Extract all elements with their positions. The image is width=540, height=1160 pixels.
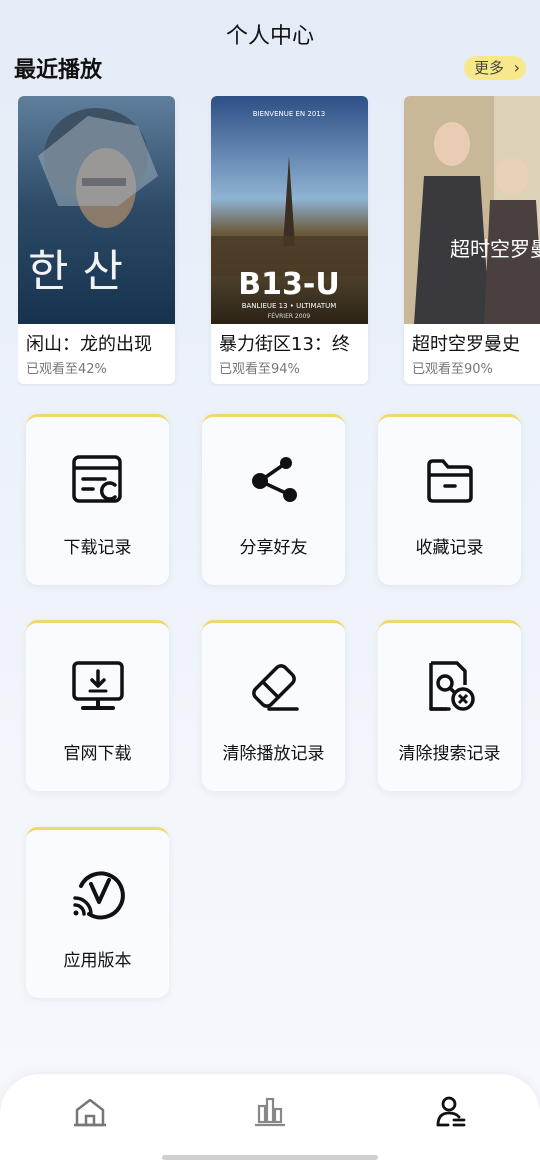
download-record-button[interactable]: 下载记录 xyxy=(26,414,169,585)
favorites-button[interactable]: 收藏记录 xyxy=(378,414,521,585)
folder-icon xyxy=(426,459,473,503)
poster-image: 超时空罗曼史 xyxy=(404,96,540,324)
recent-item[interactable]: 超时空罗曼史 超时空罗曼史 已观看至90% xyxy=(404,96,540,384)
movie-title: 暴力街区13：终 xyxy=(219,334,350,355)
page-title: 个人中心 xyxy=(225,24,314,49)
home-indicator xyxy=(162,1155,378,1160)
poster-top-text: BIENVENUE EN 2013 xyxy=(253,110,325,118)
poster-date-text: FÉVRIER 2009 xyxy=(268,312,311,320)
home-icon xyxy=(74,1098,106,1127)
recent-section-title: 最近播放 xyxy=(14,58,103,83)
tile-label: 收藏记录 xyxy=(415,538,484,558)
more-label: 更多 xyxy=(473,59,504,77)
watch-progress: 已观看至42% xyxy=(26,362,107,377)
poster-text: 超时空罗曼史 xyxy=(450,237,540,261)
more-button[interactable]: 更多 › xyxy=(463,56,526,80)
official-download-button[interactable]: 官网下载 xyxy=(26,620,169,791)
recent-list: 한 산 闲山：龙的出现 已观看至42% BIENVENUE EN 2013 B1… xyxy=(18,96,540,386)
tile-label: 应用版本 xyxy=(63,951,132,971)
user-icon xyxy=(436,1096,466,1127)
poster-text: 한 산 xyxy=(28,246,123,297)
monitor-download-icon xyxy=(71,661,124,710)
tile-label: 分享好友 xyxy=(239,538,308,558)
tab-bar xyxy=(0,1074,540,1160)
poster-sub-text: BANLIEUE 13 • ULTIMATUM xyxy=(242,302,337,310)
recent-item[interactable]: 한 산 闲山：龙的出现 已观看至42% xyxy=(18,96,175,384)
share-friends-button[interactable]: 分享好友 xyxy=(202,414,345,585)
clear-search-history-button[interactable]: 清除搜索记录 xyxy=(378,620,521,791)
tab-home[interactable] xyxy=(70,1094,110,1130)
tile-label: 清除搜索记录 xyxy=(398,744,501,764)
download-record-icon xyxy=(71,455,122,503)
recent-item[interactable]: BIENVENUE EN 2013 B13-U BANLIEUE 13 • UL… xyxy=(211,96,368,384)
chevron-right-icon: › xyxy=(513,58,520,77)
tile-label: 下载记录 xyxy=(63,538,132,558)
watch-progress: 已观看至94% xyxy=(219,362,300,377)
app-version-button[interactable]: 应用版本 xyxy=(26,827,169,998)
tile-label: 官网下载 xyxy=(63,744,132,764)
tile-label: 清除播放记录 xyxy=(222,744,325,764)
watch-progress: 已观看至90% xyxy=(412,362,493,377)
poster-image: BIENVENUE EN 2013 B13-U BANLIEUE 13 • UL… xyxy=(211,96,368,324)
search-clear-icon xyxy=(428,661,475,711)
tab-ranking[interactable] xyxy=(250,1094,290,1130)
tab-profile[interactable] xyxy=(430,1094,470,1130)
movie-title: 闲山：龙的出现 xyxy=(26,334,152,355)
share-icon xyxy=(251,457,297,502)
chart-icon xyxy=(255,1097,285,1127)
poster-image: 한 산 xyxy=(18,96,175,324)
movie-title: 超时空罗曼史 xyxy=(412,334,520,355)
eraser-icon xyxy=(251,664,299,711)
poster-text: B13-U xyxy=(238,267,339,302)
clear-play-history-button[interactable]: 清除播放记录 xyxy=(202,620,345,791)
version-icon xyxy=(72,871,125,920)
